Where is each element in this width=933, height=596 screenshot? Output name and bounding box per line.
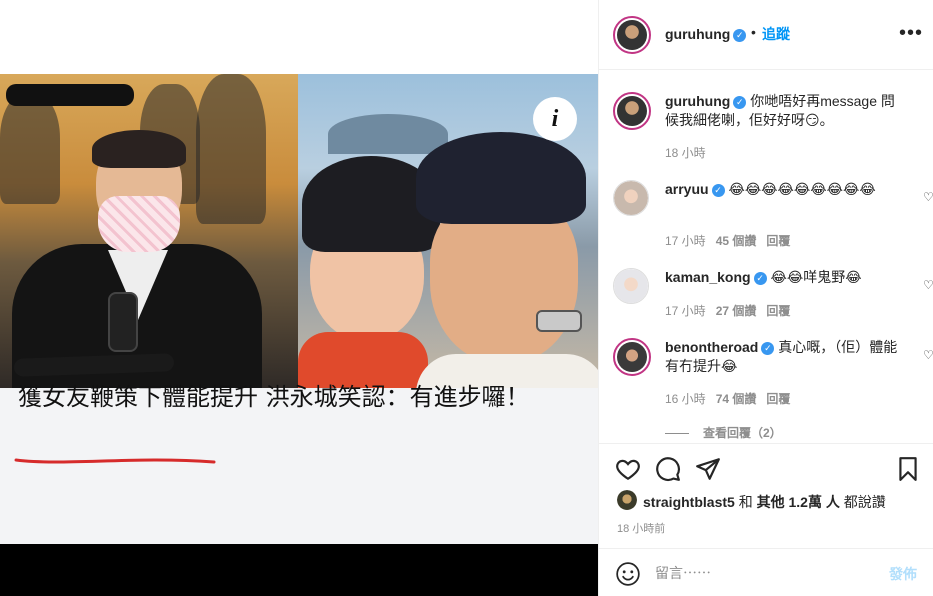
post-comment-button[interactable]: 發佈	[889, 564, 917, 584]
news-headline: 獲女友鞭策下體能提升 洪永城笑認：有進步囉！	[18, 383, 530, 411]
post-timestamp[interactable]: 18 小時前	[617, 520, 665, 536]
replies-divider	[665, 433, 689, 435]
separator-dot: •	[751, 24, 756, 40]
comment-likes[interactable]: 27 個讚	[716, 304, 757, 318]
view-replies-label[interactable]: 查看回覆（2）	[703, 426, 782, 440]
comment-username[interactable]: guruhung	[665, 93, 730, 109]
comment-body: guruhung ✓ 你哋唔好再message 問候我細佬喇，佢好好呀😏。	[665, 92, 901, 130]
avatar[interactable]	[613, 16, 651, 54]
comment-time: 18 小時	[665, 146, 706, 160]
man-cap	[416, 132, 586, 224]
likes-suffix: 都說讚	[843, 494, 886, 510]
view-replies-link[interactable]: 查看回覆（2）	[665, 424, 782, 441]
comment-meta: 16 小時 74 個讚 回覆	[665, 390, 790, 407]
likes-summary: straightblast5 和 其他 1.2萬 人 都說讚	[643, 492, 886, 512]
media-bottom-padding	[0, 544, 598, 596]
share-icon[interactable]	[695, 456, 721, 482]
avatar[interactable]	[613, 92, 651, 130]
reply-button[interactable]: 回覆	[766, 304, 790, 318]
comment-item: benontheroad ✓ 真心嘅，（佢）體能有冇提升😂 16 小時 74 個讚回…	[613, 338, 933, 408]
bookmark-icon[interactable]	[895, 456, 921, 482]
comment-icon[interactable]	[655, 456, 681, 482]
post-header: guruhung ✓ • 追蹤 •••	[599, 0, 933, 70]
comment-item: kaman_kong ✓ 😂😂咩鬼野😂 17 小時 27 個讚 回覆 ♡	[613, 268, 933, 328]
comment-time: 16 小時	[665, 392, 706, 406]
background-figure	[0, 94, 60, 204]
avatar[interactable]	[613, 180, 649, 216]
post-actions: straightblast5 和 其他 1.2萬 人 都說讚 18 小時前	[599, 443, 933, 543]
red-underline	[14, 458, 216, 464]
media-top-padding	[0, 0, 598, 56]
liker-username[interactable]: straightblast5	[643, 494, 735, 510]
comment-time: 17 小時	[665, 234, 706, 248]
instagram-post-window: i 獲女友鞭策下體能提升 洪永城笑認：有進步囉！ guruhung ✓ • 追蹤 …	[0, 0, 933, 596]
liker-avatar[interactable]	[617, 490, 637, 510]
post-media[interactable]: i 獲女友鞭策下體能提升 洪永城笑認：有進步囉！	[0, 0, 598, 596]
comment-text: 😂😂咩鬼野😂	[770, 269, 862, 285]
microphone	[108, 292, 138, 352]
comment-item: arryuu ✓ 😂😂😂😂😂😂😂😂😂 17 小時 45 個讚 回覆 ♡	[613, 180, 933, 250]
emoji-icon[interactable]	[615, 561, 641, 587]
verified-badge-icon: ✓	[761, 342, 775, 355]
header-user: guruhung ✓	[665, 26, 747, 44]
hair	[92, 130, 186, 168]
mountain	[328, 114, 448, 154]
avatar[interactable]	[613, 338, 651, 376]
avatar[interactable]	[613, 268, 649, 304]
comment-body: kaman_kong ✓ 😂😂咩鬼野😂	[665, 268, 901, 287]
photo-man-with-mask	[0, 74, 298, 388]
news-screenshot-card	[0, 56, 598, 544]
caption-comment: guruhung ✓ 你哋唔好再message 問候我細佬喇，佢好好呀😏。 18 …	[613, 92, 913, 162]
comment-text: 😂😂😂😂😂😂😂😂😂	[728, 181, 876, 197]
watch	[536, 310, 582, 332]
comment-username[interactable]: benontheroad	[665, 339, 758, 355]
comment-body: benontheroad ✓ 真心嘅，（佢）體能有冇提升😂	[665, 338, 901, 376]
likes-conj: 和	[738, 494, 753, 510]
follow-button[interactable]: 追蹤	[762, 24, 790, 44]
comment-input[interactable]	[655, 562, 875, 584]
reply-button[interactable]: 回覆	[766, 392, 790, 406]
like-comment-heart-icon[interactable]: ♡	[923, 190, 933, 204]
like-comment-heart-icon[interactable]: ♡	[923, 348, 933, 362]
username[interactable]: guruhung	[665, 26, 730, 42]
heart-icon[interactable]	[615, 456, 641, 482]
comment-meta: 17 小時 27 個讚 回覆	[665, 302, 790, 319]
info-icon[interactable]: i	[533, 97, 577, 141]
face-mask	[98, 196, 180, 252]
comment-username[interactable]: arryuu	[665, 181, 709, 197]
verified-badge-icon: ✓	[753, 272, 767, 285]
likes-others-count[interactable]: 其他 1.2萬 人	[757, 494, 840, 510]
comment-meta: 18 小時	[665, 144, 706, 161]
verified-badge-icon: ✓	[711, 184, 725, 197]
add-comment-bar: 發佈	[599, 548, 933, 596]
comment-likes[interactable]: 45 個讚	[716, 234, 757, 248]
comment-meta: 17 小時 45 個讚 回覆	[665, 232, 790, 249]
comment-likes[interactable]: 74 個讚	[716, 392, 757, 406]
comment-body: arryuu ✓ 😂😂😂😂😂😂😂😂😂	[665, 180, 901, 199]
post-sidebar: guruhung ✓ • 追蹤 ••• guruhung ✓ 你哋唔好再messag…	[598, 0, 933, 596]
comment-time: 17 小時	[665, 304, 706, 318]
verified-badge-icon: ✓	[733, 96, 747, 109]
verified-badge-icon: ✓	[733, 29, 747, 42]
comment-username[interactable]: kaman_kong	[665, 269, 751, 285]
background-figure	[196, 74, 266, 224]
more-options-icon[interactable]: •••	[899, 22, 923, 45]
like-comment-heart-icon[interactable]: ♡	[923, 278, 933, 292]
reply-button[interactable]: 回覆	[766, 234, 790, 248]
redaction-bar	[6, 84, 134, 106]
